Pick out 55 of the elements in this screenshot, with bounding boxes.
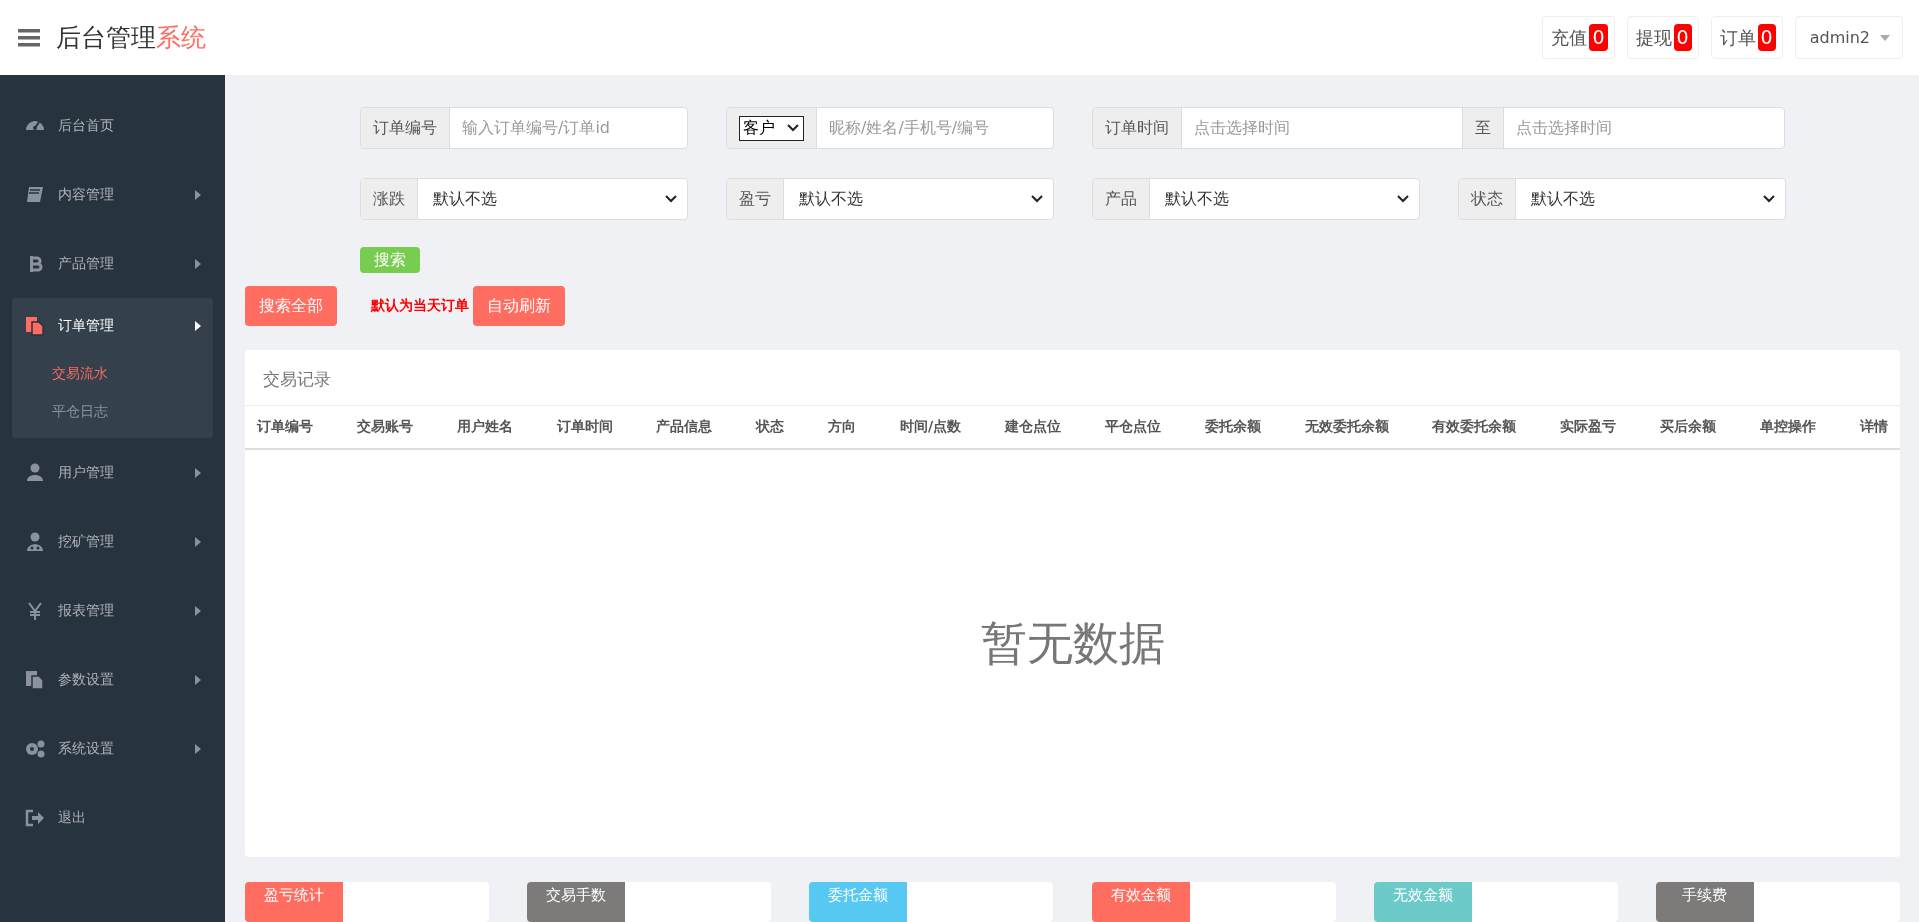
column-header: 平仓点位 (1104, 418, 1161, 436)
column-header: 时间/点数 (900, 418, 962, 436)
app-title: 后台管理系统 (56, 22, 206, 54)
count-badge: 0 (1673, 24, 1692, 51)
column-header: 产品信息 (656, 418, 713, 436)
column-header: 订单编号 (257, 418, 313, 436)
menu-item[interactable]: 参数设置 (58, 670, 183, 689)
column-header: 方向 (828, 418, 857, 436)
menu-item[interactable]: 后台首页 (58, 116, 201, 135)
panel-title: 交易记录 (262, 368, 332, 391)
column-header: 单控操作 (1760, 418, 1816, 436)
stat-label: 无效金额 (1373, 882, 1472, 922)
document-icon (24, 668, 46, 691)
document-icon (24, 315, 46, 337)
menu-item[interactable]: 内容管理 (58, 185, 183, 204)
menu-icon (18, 28, 40, 47)
count-badge: 0 (1757, 24, 1776, 51)
caret-down-icon (1880, 34, 1890, 41)
stat-label: 手续费 (1655, 882, 1754, 922)
column-header: 无效委托余额 (1304, 418, 1389, 436)
text-field[interactable]: 订单编号 输入订单编号/订单id (360, 107, 688, 149)
stat-label: 盈亏统计 (245, 882, 343, 922)
menu-item[interactable]: 报表管理 (58, 601, 183, 620)
user-icon (24, 461, 46, 484)
column-header: 建仓点位 (1005, 418, 1061, 436)
user-menu[interactable]: admin2 (1794, 16, 1903, 59)
counter-link[interactable]: 提现 (1635, 25, 1672, 50)
submenu-item[interactable]: 平仓日志 (12, 392, 213, 430)
menu-item[interactable]: 挖矿管理 (58, 532, 183, 551)
menu-item[interactable]: 订单管理 (58, 317, 183, 335)
menu-item[interactable]: 产品管理 (58, 254, 183, 273)
menu-item[interactable]: 用户管理 (58, 463, 183, 482)
column-header: 详情 (1859, 418, 1888, 436)
column-header: 有效委托余额 (1432, 418, 1517, 436)
worker-icon (24, 530, 46, 553)
count-badge: 0 (1589, 24, 1608, 51)
column-header: 买后余额 (1660, 418, 1717, 436)
column-header: 实际盈亏 (1560, 418, 1617, 436)
column-header: 状态 (756, 418, 785, 436)
stat-label: 委托金额 (809, 882, 908, 922)
column-header: 订单时间 (556, 418, 613, 436)
column-header: 交易账号 (356, 418, 413, 436)
menu-item[interactable]: 系统设置 (58, 739, 183, 758)
placeholder-text: 输入订单编号/订单id (461, 116, 611, 139)
menu-item[interactable]: 退出 (58, 808, 201, 827)
column-header: 用户姓名 (456, 418, 513, 436)
note-text: 默认为当天订单 (371, 297, 469, 315)
field-label: 订单编号 (361, 108, 450, 148)
stat-label: 有效金额 (1091, 882, 1190, 922)
empty-message: 暂无数据 (980, 614, 1165, 672)
column-header: 委托余额 (1204, 418, 1261, 436)
counter-link[interactable]: 订单 (1719, 25, 1756, 50)
stat-label: 交易手数 (527, 882, 626, 922)
counter-link[interactable]: 充值 (1551, 25, 1588, 50)
submenu-item[interactable]: 交易流水 (12, 354, 213, 392)
